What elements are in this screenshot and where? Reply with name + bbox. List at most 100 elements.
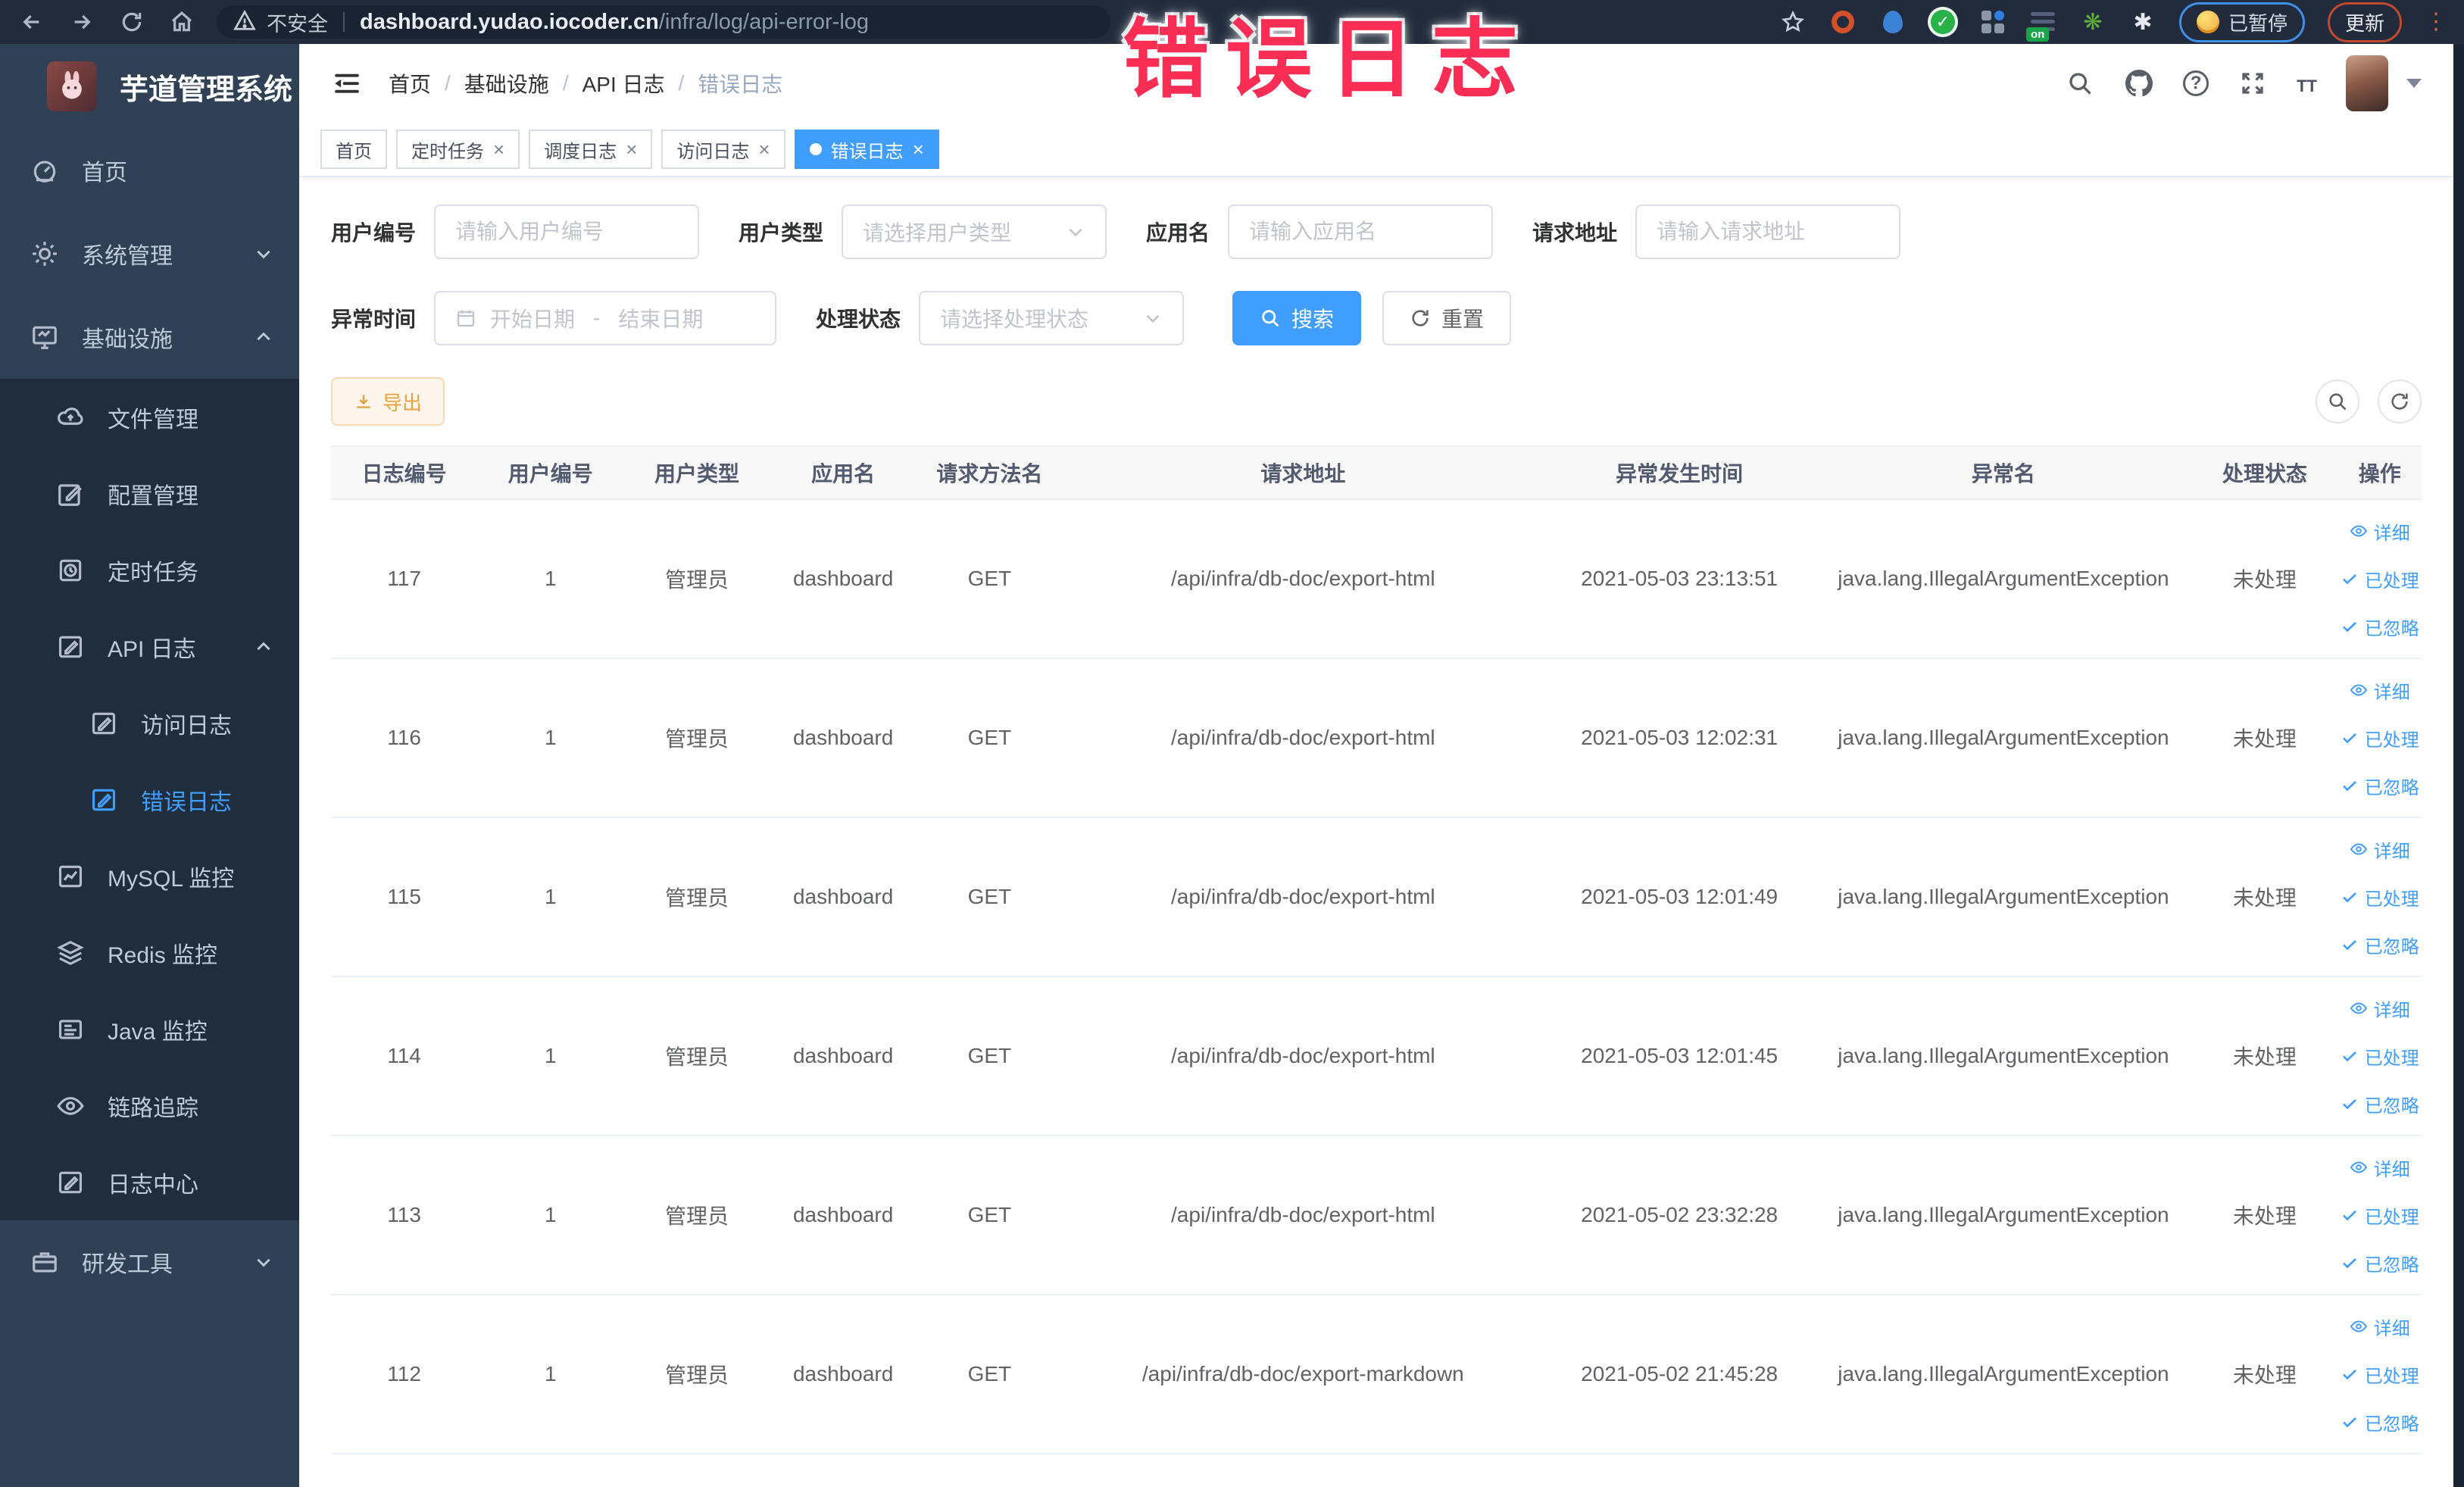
mark-ignored-link[interactable]: 已忽略: [2341, 614, 2419, 640]
mark-ignored-link[interactable]: 已忽略: [2341, 773, 2419, 799]
cell-app-name: dashboard: [792, 567, 894, 590]
hamburger-icon[interactable]: [331, 67, 363, 99]
mark-processed-link[interactable]: 已处理: [2341, 884, 2419, 911]
refresh-table-button[interactable]: [2378, 380, 2422, 423]
close-icon[interactable]: ×: [626, 139, 637, 159]
address-bar[interactable]: 不安全 dashboard.yudao.iocoder.cn/infra/log…: [217, 5, 1110, 39]
help-icon[interactable]: ?: [2183, 70, 2209, 96]
detail-link[interactable]: 详细: [2350, 518, 2410, 545]
sidebar-item-file-management[interactable]: 文件管理: [0, 379, 299, 455]
cell-user-id: 1: [544, 1362, 557, 1385]
github-icon[interactable]: [2124, 68, 2154, 98]
back-icon[interactable]: [17, 7, 47, 37]
mark-processed-link[interactable]: 已处理: [2341, 1361, 2419, 1388]
avatar-caret-icon[interactable]: [2406, 79, 2422, 88]
fullscreen-icon[interactable]: [2238, 68, 2268, 98]
check-icon: [2342, 1051, 2356, 1062]
check-icon: [2342, 733, 2356, 744]
cell-exception-name: java.lang.IllegalArgumentException: [1838, 726, 2169, 749]
sidebar-item-api-log[interactable]: API 日志: [0, 608, 299, 685]
breadcrumb-infrastructure[interactable]: 基础设施: [464, 68, 549, 98]
sidebar-item-dev-tools[interactable]: 研发工具: [0, 1220, 299, 1304]
extension-grid-icon[interactable]: [1979, 8, 2006, 36]
user-type-select[interactable]: 请选择用户类型: [842, 205, 1107, 259]
search-icon[interactable]: [2065, 68, 2095, 98]
sidebar-item-scheduled-jobs[interactable]: 定时任务: [0, 532, 299, 608]
detail-link[interactable]: 详细: [2350, 1314, 2410, 1340]
filter-row-1: 用户编号 用户类型 请选择用户类型 应用名 请求地址: [331, 205, 2422, 259]
app-logo[interactable]: 芋道管理系统: [0, 44, 299, 129]
sidebar-item-system[interactable]: 系统管理: [0, 212, 299, 295]
user-id-input[interactable]: [434, 205, 700, 259]
close-icon[interactable]: ×: [758, 139, 770, 159]
table-toolbar: 导出: [331, 377, 2422, 426]
extension-orange-icon[interactable]: [1829, 8, 1857, 36]
sidebar-item-java-monitor[interactable]: Java 监控: [0, 991, 299, 1067]
browser-update-button[interactable]: 更新: [2327, 2, 2402, 42]
extension-green-check-icon[interactable]: ✓: [1929, 8, 1957, 36]
mark-processed-link[interactable]: 已处理: [2341, 1043, 2419, 1070]
extension-dark-lines-icon[interactable]: on: [2025, 8, 2056, 42]
profile-paused-pill[interactable]: 已暂停: [2178, 2, 2305, 42]
request-url-input[interactable]: [1635, 205, 1901, 259]
sidebar-item-log-center[interactable]: 日志中心: [0, 1144, 299, 1220]
tab-access-log[interactable]: 访问日志 ×: [661, 130, 785, 169]
process-status-select[interactable]: 请选择处理状态: [919, 291, 1185, 345]
extensions-puzzle-icon[interactable]: ✱: [2129, 8, 2156, 36]
process-status-label: 处理状态: [816, 308, 901, 331]
sidebar-item-access-log[interactable]: 访问日志: [0, 685, 299, 761]
page-url: dashboard.yudao.iocoder.cn/infra/log/api…: [360, 9, 870, 34]
mark-ignored-link[interactable]: 已忽略: [2341, 932, 2419, 958]
extension-leaf-icon[interactable]: ❋: [2079, 8, 2106, 36]
mark-ignored-link[interactable]: 已忽略: [2341, 1250, 2419, 1276]
cell-user-type: 管理员: [664, 568, 729, 592]
layers-icon: [56, 939, 85, 967]
search-button[interactable]: 搜索: [1232, 291, 1362, 345]
mark-ignored-link[interactable]: 已忽略: [2341, 1409, 2419, 1435]
date-range-picker[interactable]: 开始日期 - 结束日期: [434, 291, 777, 345]
export-button[interactable]: 导出: [331, 377, 445, 426]
sidebar-item-config-management[interactable]: 配置管理: [0, 455, 299, 532]
mark-processed-link[interactable]: 已处理: [2341, 725, 2419, 751]
forward-icon[interactable]: [67, 7, 97, 37]
sidebar-item-error-log[interactable]: 错误日志: [0, 761, 299, 838]
tab-error-log[interactable]: 错误日志 ×: [794, 130, 939, 169]
chevron-down-icon: [1069, 228, 1082, 237]
breadcrumb-home[interactable]: 首页: [389, 68, 431, 98]
tab-schedule-log[interactable]: 调度日志 ×: [529, 130, 653, 169]
reload-icon[interactable]: [117, 7, 147, 37]
sidebar-item-tracing[interactable]: 链路追踪: [0, 1067, 299, 1144]
mark-processed-link[interactable]: 已处理: [2341, 1202, 2419, 1229]
user-avatar[interactable]: [2346, 55, 2388, 111]
detail-link[interactable]: 详细: [2350, 1154, 2410, 1181]
extension-blue-drop-icon[interactable]: [1879, 8, 1907, 36]
sidebar-item-redis-monitor[interactable]: Redis 监控: [0, 914, 299, 991]
detail-link[interactable]: 详细: [2350, 677, 2410, 704]
browser-scrollbar[interactable]: [2453, 44, 2464, 1487]
briefcase-icon: [30, 1248, 59, 1276]
cell-user-type: 管理员: [664, 886, 729, 910]
close-icon[interactable]: ×: [493, 139, 504, 159]
eye-icon: [2350, 1002, 2367, 1014]
toggle-search-button[interactable]: [2316, 380, 2359, 423]
browser-menu-icon[interactable]: ⋮: [2425, 11, 2447, 33]
tab-scheduled-jobs[interactable]: 定时任务 ×: [396, 130, 520, 169]
close-icon[interactable]: ×: [913, 139, 924, 159]
check-icon: [2342, 1211, 2356, 1221]
reset-button[interactable]: 重置: [1382, 291, 1512, 345]
check-icon: [2342, 940, 2356, 951]
sidebar-item-infrastructure[interactable]: 基础设施: [0, 295, 299, 379]
chevron-up-icon: [254, 637, 273, 657]
sidebar-item-mysql-monitor[interactable]: MySQL 监控: [0, 838, 299, 914]
breadcrumb-api-log[interactable]: API 日志: [582, 68, 665, 98]
bookmark-star-icon[interactable]: [1779, 8, 1807, 36]
detail-link[interactable]: 详细: [2350, 836, 2410, 863]
sidebar-item-home[interactable]: 首页: [0, 129, 299, 212]
mark-ignored-link[interactable]: 已忽略: [2341, 1091, 2419, 1117]
home-icon[interactable]: [167, 7, 197, 37]
app-name-input[interactable]: [1228, 205, 1494, 259]
font-size-icon[interactable]: TT: [2297, 69, 2317, 98]
detail-link[interactable]: 详细: [2350, 995, 2410, 1022]
tab-home[interactable]: 首页: [320, 130, 387, 169]
mark-processed-link[interactable]: 已处理: [2341, 566, 2419, 592]
